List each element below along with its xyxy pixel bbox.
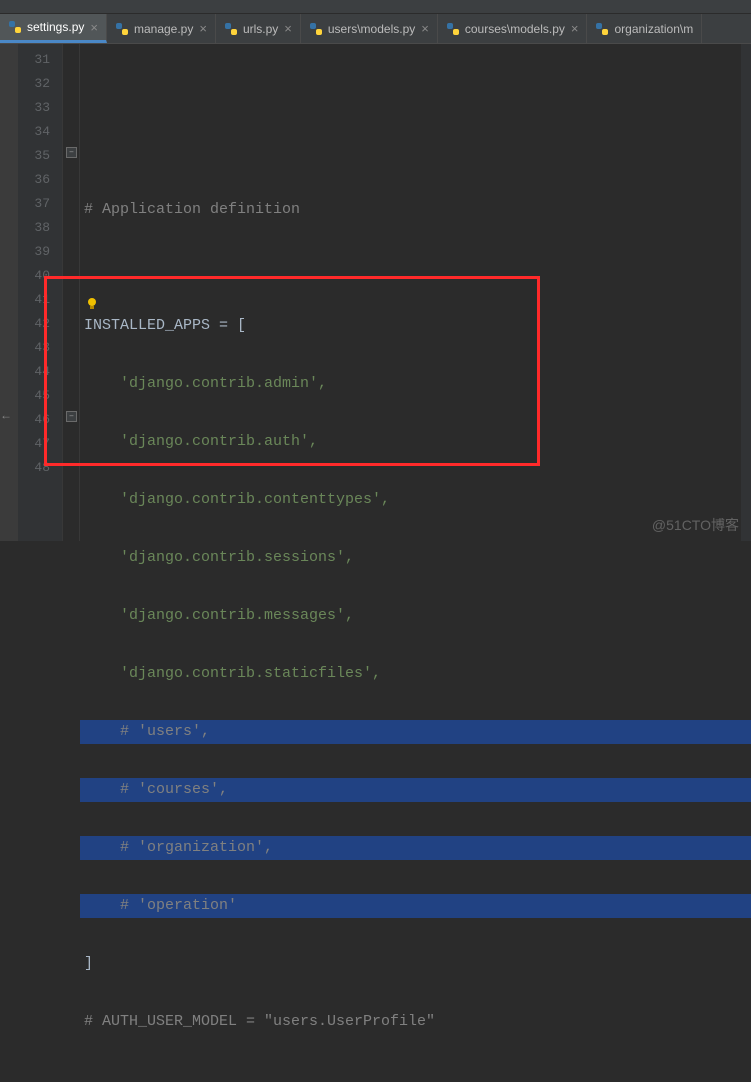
line-number: 47 (18, 432, 62, 456)
python-file-icon (224, 22, 238, 36)
line-number: 44 (18, 360, 62, 384)
python-file-icon (446, 22, 460, 36)
intention-bulb-icon[interactable] (85, 297, 99, 311)
tab-label: organization\m (614, 22, 693, 36)
fold-expand-icon[interactable]: – (66, 411, 77, 422)
line-number: 33 (18, 96, 62, 120)
line-number: 32 (18, 72, 62, 96)
code-editor[interactable]: 31 32 33 34 35 36 37 38 39 40 41 42 43 4… (0, 44, 751, 541)
line-number: 48 (18, 456, 62, 480)
close-icon[interactable]: × (199, 21, 207, 36)
tab-label: manage.py (134, 22, 193, 36)
line-number: 35 (18, 144, 62, 168)
tab-settings-py[interactable]: settings.py × (0, 14, 107, 43)
fold-collapse-icon[interactable]: – (66, 147, 77, 158)
code-line-selected: # 'operation' (80, 894, 751, 918)
watermark-text: @51CTO博客 (652, 515, 739, 535)
code-line (80, 1068, 751, 1082)
code-line-string: 'django.contrib.messages', (80, 604, 751, 628)
code-line-string: 'django.contrib.auth', (80, 430, 751, 454)
line-number: 40 (18, 264, 62, 288)
line-number-gutter: 31 32 33 34 35 36 37 38 39 40 41 42 43 4… (18, 44, 62, 541)
code-line-selected: # 'courses', (80, 778, 751, 802)
code-line-comment: # Application definition (80, 198, 751, 222)
code-content[interactable]: # Application definition INSTALLED_APPS … (80, 44, 751, 541)
code-line-comment: # AUTH_USER_MODEL = "users.UserProfile" (80, 1010, 751, 1034)
tab-urls-py[interactable]: urls.py × (216, 14, 301, 43)
fold-gutter: – – (62, 44, 80, 541)
python-file-icon (595, 22, 609, 36)
tab-manage-py[interactable]: manage.py × (107, 14, 216, 43)
line-number: 34 (18, 120, 62, 144)
code-line-selected: # 'organization', (80, 836, 751, 860)
scrollbar-marker-strip[interactable] (741, 44, 751, 541)
tab-organization-models-py[interactable]: organization\m (587, 14, 702, 43)
editor-tab-bar: settings.py × manage.py × urls.py × user… (0, 14, 751, 44)
tab-label: urls.py (243, 22, 278, 36)
line-number: 31 (18, 48, 62, 72)
code-line-string: 'django.contrib.staticfiles', (80, 662, 751, 686)
code-line: ] (80, 952, 751, 976)
close-icon[interactable]: × (90, 20, 98, 35)
close-icon[interactable]: × (284, 21, 292, 36)
window-top-strip (0, 0, 751, 14)
tab-label: courses\models.py (465, 22, 565, 36)
tab-label: users\models.py (328, 22, 415, 36)
line-number: 37 (18, 192, 62, 216)
line-number: 38 (18, 216, 62, 240)
close-icon[interactable]: × (421, 21, 429, 36)
line-number: 42 (18, 312, 62, 336)
python-file-icon (309, 22, 323, 36)
tab-users-models-py[interactable]: users\models.py × (301, 14, 438, 43)
python-file-icon (115, 22, 129, 36)
code-line (80, 140, 751, 164)
line-number: 36 (18, 168, 62, 192)
line-number: 46 (18, 408, 62, 432)
code-line-string: 'django.contrib.admin', (80, 372, 751, 396)
python-file-icon (8, 20, 22, 34)
line-number: 43 (18, 336, 62, 360)
tab-label: settings.py (27, 20, 84, 34)
code-line (80, 82, 751, 106)
code-line-selected: # 'users', (80, 720, 751, 744)
line-number: 45 (18, 384, 62, 408)
line-number: 41 (18, 288, 62, 312)
close-icon[interactable]: × (571, 21, 579, 36)
code-line-string: 'django.contrib.sessions', (80, 546, 751, 570)
gutter-arrow-icon: ← (0, 408, 12, 422)
code-line (80, 256, 751, 280)
change-marker-gutter (0, 44, 18, 541)
code-line-string: 'django.contrib.contenttypes', (80, 488, 751, 512)
line-number: 39 (18, 240, 62, 264)
tab-courses-models-py[interactable]: courses\models.py × (438, 14, 588, 43)
code-line: INSTALLED_APPS = [ (80, 314, 751, 338)
